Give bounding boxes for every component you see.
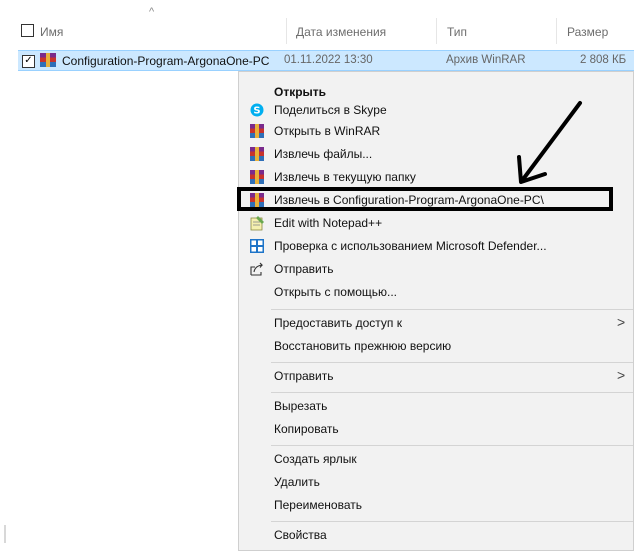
select-all-checkbox[interactable] [21,24,34,37]
menu-item-label: Проверка с использованием Microsoft Defe… [274,239,547,253]
menu-item-label: Создать ярлык [274,452,357,466]
skype-icon: S [250,103,264,117]
menu-item-open-winrar[interactable]: Открыть в WinRAR [239,120,633,142]
column-divider[interactable] [286,18,287,44]
file-date: 01.11.2022 13:30 [284,54,373,66]
winrar-archive-icon [40,53,56,67]
menu-item-label: Edit with Notepad++ [274,216,383,230]
menu-separator [271,392,633,393]
svg-text:S: S [253,106,260,117]
menu-item-create-shortcut[interactable]: Создать ярлык [239,448,633,470]
menu-separator [271,445,633,446]
menu-item-label: Предоставить доступ к [274,316,402,330]
winrar-icon [250,170,264,184]
menu-item-label: Свойства [274,528,327,542]
menu-separator [271,362,633,363]
file-size: 2 808 КБ [580,54,627,66]
menu-item-open-with[interactable]: Открыть с помощью... [239,281,633,303]
column-divider[interactable] [556,18,557,44]
menu-item-edit-notepad[interactable]: Edit with Notepad++ [239,212,633,234]
column-header-type[interactable]: Тип [447,25,467,39]
sort-indicator-icon: ^ [149,6,155,18]
context-menu: Открыть S Поделиться в Skype Открыть в W… [238,71,634,551]
column-header-date[interactable]: Дата изменения [296,25,386,39]
menu-item-label: Удалить [274,475,320,489]
menu-item-label: Восстановить прежнюю версию [274,339,452,353]
menu-item-cut[interactable]: Вырезать [239,395,633,417]
menu-item-label: Вырезать [274,399,328,413]
column-header-name[interactable]: Имя [40,25,63,39]
menu-item-label: Поделиться в Skype [274,103,387,117]
menu-item-share[interactable]: Отправить [239,258,633,280]
menu-separator [271,521,633,522]
file-type: Архив WinRAR [446,54,526,66]
menu-item-label: Извлечь файлы... [274,147,373,161]
submenu-chevron-icon: > [617,367,626,383]
menu-item-label: Открыть с помощью... [274,285,398,299]
defender-icon [250,239,264,253]
menu-item-label: Открыть в WinRAR [274,124,381,138]
pane-edge [4,525,6,543]
winrar-icon [250,124,264,138]
menu-item-label: Извлечь в текущую папку [274,170,416,184]
file-name: Configuration-Program-ArgonaOne-PC [62,54,270,68]
column-header-bar: ^ Имя Дата изменения Тип Размер [0,0,634,44]
submenu-chevron-icon: > [617,314,626,330]
menu-item-rename[interactable]: Переименовать [239,494,633,516]
file-row-selected[interactable]: ✓ Configuration-Program-ArgonaOne-PC 01.… [18,50,634,71]
menu-item-label: Переименовать [274,498,362,512]
menu-separator [271,309,633,310]
menu-item-give-access[interactable]: Предоставить доступ к > [239,312,633,334]
menu-item-extract-files[interactable]: Извлечь файлы... [239,143,633,165]
column-header-size[interactable]: Размер [567,25,608,39]
menu-item-label: Открыть [274,85,327,99]
winrar-icon [250,147,264,161]
menu-item-share-skype[interactable]: S Поделиться в Skype [239,99,633,121]
menu-item-delete[interactable]: Удалить [239,471,633,493]
menu-item-copy[interactable]: Копировать [239,418,633,440]
menu-item-label: Копировать [274,422,339,436]
menu-item-label: Отправить [274,369,334,383]
menu-item-extract-here[interactable]: Извлечь в текущую папку [239,166,633,188]
row-checkbox[interactable]: ✓ [22,55,35,68]
share-icon [250,262,264,276]
menu-item-defender-scan[interactable]: Проверка с использованием Microsoft Defe… [239,235,633,257]
menu-item-restore-version[interactable]: Восстановить прежнюю версию [239,335,633,357]
menu-item-label: Отправить [274,262,334,276]
menu-item-send-to[interactable]: Отправить > [239,365,633,387]
notepad-plus-plus-icon [250,216,264,231]
column-divider[interactable] [436,18,437,44]
annotation-highlight-box [237,187,613,211]
